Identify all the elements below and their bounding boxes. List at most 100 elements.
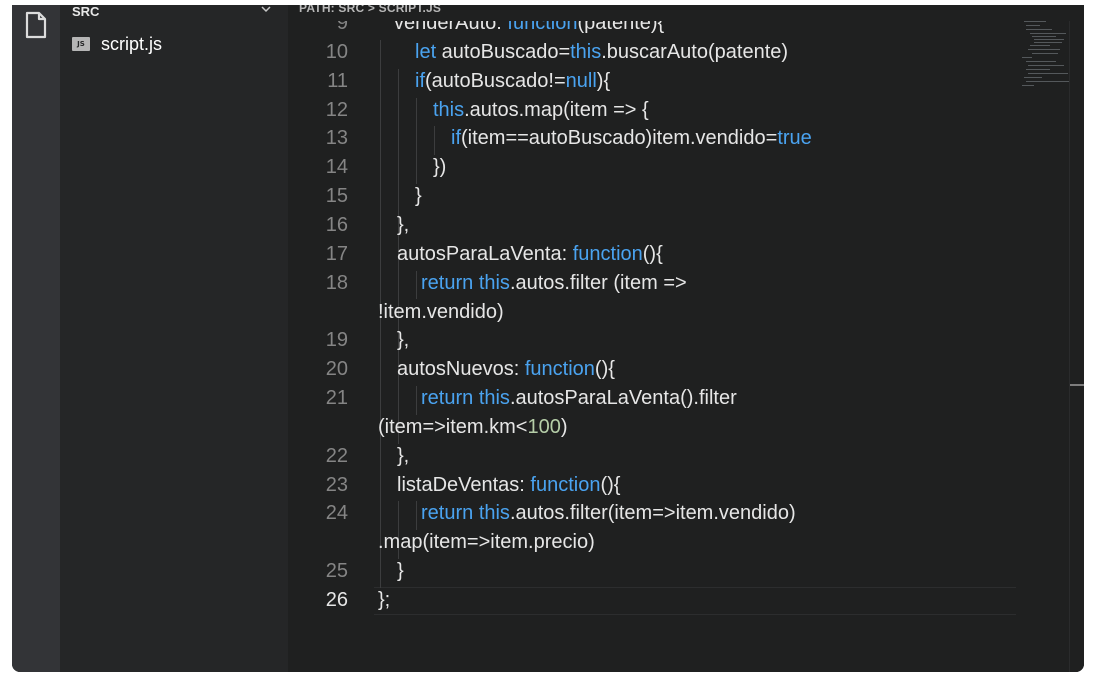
keyword-token: function	[524, 358, 595, 381]
code-token: ){	[596, 69, 611, 92]
minimap-line	[1034, 39, 1064, 40]
code-token: autosParaLaVenta:	[397, 242, 573, 265]
minimap-line	[1032, 36, 1056, 37]
keyword-token: if	[415, 69, 425, 92]
code-line[interactable]: 24 return this.autos.filter(item=>item.ve…	[288, 499, 1016, 527]
code-token: },	[397, 329, 410, 352]
code-line[interactable]: (item=>item.km<100)	[288, 413, 1016, 441]
code-text: })	[433, 153, 446, 181]
code-token: },	[397, 444, 410, 467]
line-number: 26	[325, 589, 348, 611]
keyword-token: if	[451, 127, 461, 150]
code-line[interactable]: 15}	[288, 182, 1016, 210]
line-number: 16	[325, 213, 348, 236]
line-number: 24	[325, 502, 348, 525]
explorer-folder-header[interactable]: SRC	[60, 5, 288, 27]
code-token: autoBuscado=	[436, 40, 571, 63]
code-text: },	[397, 442, 409, 470]
keyword-token: return	[421, 502, 474, 525]
code-line[interactable]: 19},	[288, 326, 1016, 354]
minimap-line	[1024, 77, 1042, 78]
keyword-token: true	[777, 127, 812, 150]
code-line[interactable]: 14})	[288, 153, 1016, 181]
code-token: };	[378, 589, 391, 611]
code-area[interactable]: 9 venderAuto: function(patente){10 let aut…	[288, 5, 1016, 672]
code-text: return this.autos.filter(item=>item.vend…	[421, 499, 796, 527]
code-line[interactable]: 17 autosParaLaVenta: function(){	[288, 240, 1016, 268]
code-line[interactable]: 16},	[288, 211, 1016, 239]
line-number: 15	[325, 185, 348, 208]
code-text: autosNuevos: function(){	[397, 355, 615, 383]
line-number: 10	[325, 40, 348, 63]
code-line[interactable]: 23 listaDeVentas: function(){	[288, 471, 1016, 499]
keyword-token: null	[565, 69, 597, 92]
code-text: return this.autos.filter (item =>	[421, 269, 687, 297]
minimap[interactable]	[1016, 15, 1070, 95]
code-line[interactable]: 10 let autoBuscado=this.buscarAuto(patent…	[288, 38, 1016, 66]
line-number: 17	[325, 242, 348, 265]
code-token: listaDeVentas:	[397, 473, 531, 496]
code-line[interactable]: 22},	[288, 442, 1016, 470]
code-token: })	[433, 156, 447, 179]
code-line[interactable]: 21 return this.autosParaLaVenta().filter	[288, 384, 1016, 412]
folder-title: SRC	[72, 5, 100, 19]
minimap-line	[1034, 42, 1062, 43]
code-text: if(autoBuscado!=null){	[415, 67, 610, 95]
code-line[interactable]: 20 autosNuevos: function(){	[288, 355, 1016, 383]
code-text: .map(item=>item.precio)	[378, 528, 595, 556]
code-text: },	[397, 211, 409, 239]
code-line[interactable]: 11 if(autoBuscado!=null){	[288, 67, 1016, 95]
line-number: 12	[325, 98, 348, 121]
code-line[interactable]: 25}	[288, 557, 1016, 585]
line-number: 20	[325, 358, 348, 381]
code-line[interactable]: 13 if(item==autoBuscado)item.vendido=true	[288, 124, 1016, 152]
code-text: return this.autosParaLaVenta().filter	[421, 384, 737, 412]
number-token: 100	[527, 415, 561, 438]
code-text: }	[397, 557, 404, 585]
file-item-script-js[interactable]: JS script.js	[60, 31, 288, 57]
minimap-line	[1028, 73, 1068, 74]
code-line[interactable]: .map(item=>item.precio)	[288, 528, 1016, 556]
code-text: };	[378, 586, 390, 614]
minimap-line	[1022, 57, 1032, 58]
code-text: },	[397, 326, 409, 354]
line-number: 13	[325, 127, 348, 150]
code-line[interactable]: 12 this.autos.map(item => {	[288, 96, 1016, 124]
chevron-down-icon[interactable]	[260, 5, 272, 15]
minimap-line	[1030, 45, 1050, 46]
file-explorer: SRC JS script.js	[60, 5, 288, 672]
code-token: .autos.filter(item=>item.vendido)	[509, 502, 796, 525]
code-text: (item=>item.km<100)	[378, 413, 568, 441]
code-token: }	[397, 560, 404, 583]
keyword-token: return	[421, 387, 474, 410]
code-token: (){	[600, 473, 621, 496]
minimap-line	[1026, 29, 1052, 30]
line-number: 21	[325, 387, 348, 410]
code-editor[interactable]: PATH: SRC > SCRIPT.JS 9 venderAuto: funct…	[288, 5, 1084, 672]
code-token: (item=>item.km<	[378, 415, 528, 438]
minimap-line	[1024, 21, 1046, 22]
vertical-scrollbar[interactable]	[1069, 5, 1084, 672]
code-token: .autos.map(item => {	[464, 98, 649, 121]
code-token: (item==autoBuscado)item.vendido=	[461, 127, 778, 150]
code-text: !item.vendido)	[378, 298, 504, 326]
code-token: .autosParaLaVenta().filter	[509, 387, 737, 410]
code-text: listaDeVentas: function(){	[397, 471, 620, 499]
minimap-line	[1030, 33, 1066, 34]
editor-window: SRC JS script.js PATH: SRC > SCRIPT.JS 9…	[12, 5, 1084, 672]
keyword-token: function	[530, 473, 601, 496]
line-number: 14	[325, 156, 348, 179]
breadcrumb-path: PATH: SRC > SCRIPT.JS	[299, 5, 442, 15]
scrollbar-thumb[interactable]	[1070, 384, 1084, 386]
code-line[interactable]: !item.vendido)	[288, 298, 1016, 326]
breadcrumb[interactable]: PATH: SRC > SCRIPT.JS	[288, 5, 1084, 21]
keyword-token: function	[572, 242, 643, 265]
code-line[interactable]: 18 return this.autos.filter (item =>	[288, 269, 1016, 297]
code-line[interactable]: 26};	[288, 586, 1016, 614]
code-token: (){	[642, 242, 663, 265]
keyword-token: let	[415, 40, 437, 63]
keyword-token: this	[478, 387, 510, 410]
minimap-line	[1026, 81, 1070, 82]
explorer-file-icon[interactable]	[24, 11, 48, 39]
minimap-line	[1026, 61, 1056, 62]
